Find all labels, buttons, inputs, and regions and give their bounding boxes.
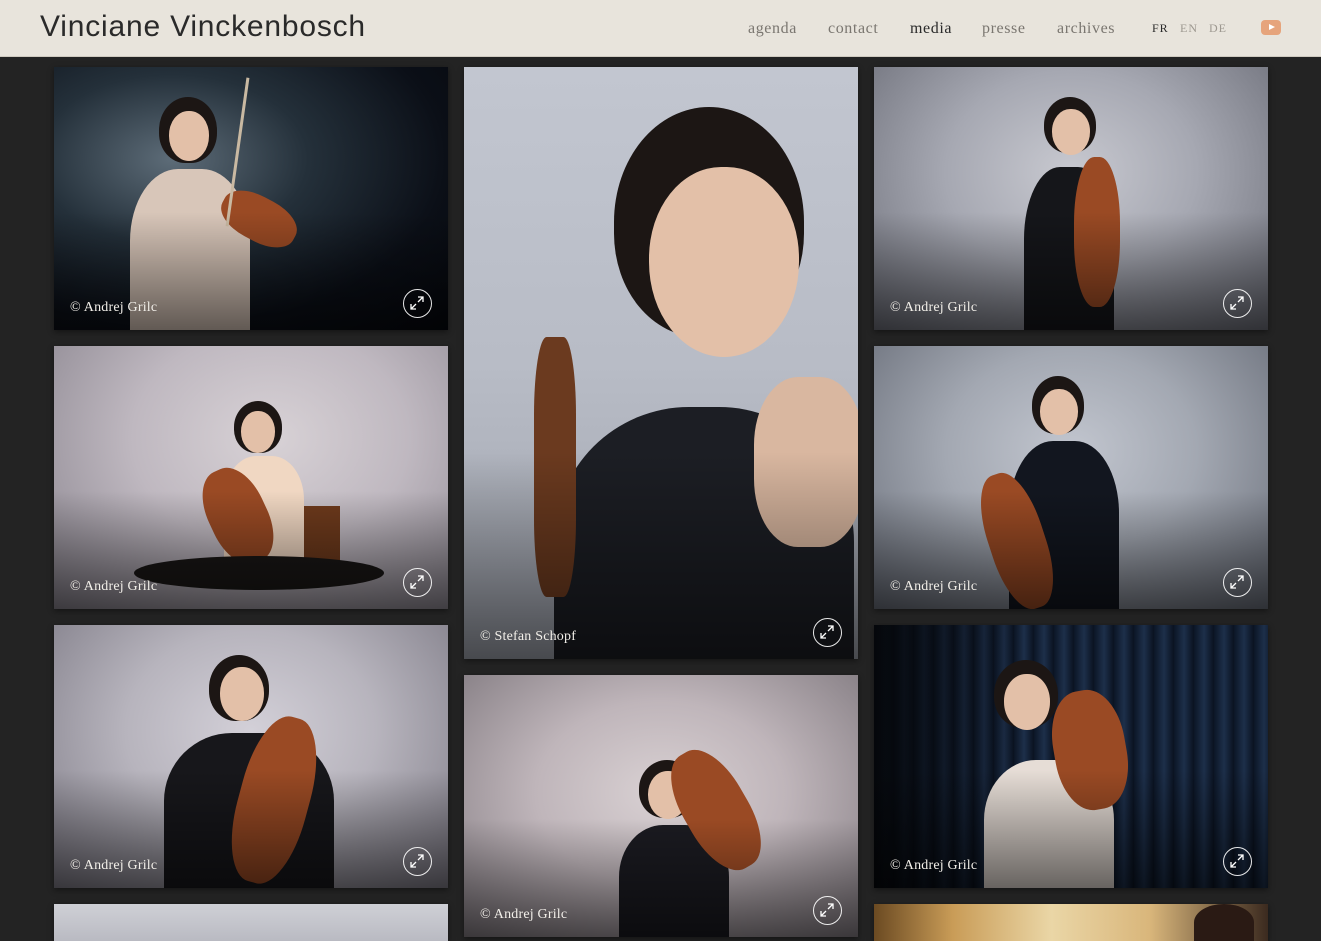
- language-de[interactable]: DE: [1209, 20, 1227, 36]
- expand-arrows-icon[interactable]: [1223, 568, 1252, 597]
- expand-arrows-icon[interactable]: [403, 847, 432, 876]
- photo-image: [54, 904, 448, 941]
- photo-credit: © Andrej Grilc: [890, 300, 978, 315]
- expand-arrows-icon[interactable]: [403, 568, 432, 597]
- gallery-photo[interactable]: [874, 904, 1268, 941]
- expand-arrows-icon[interactable]: [1223, 847, 1252, 876]
- gallery-photo[interactable]: © Andrej Grilc: [874, 625, 1268, 888]
- photo-image: [874, 904, 1268, 941]
- nav-item-media[interactable]: media: [910, 18, 952, 40]
- expand-arrows-icon[interactable]: [1223, 289, 1252, 318]
- photo-credit: © Andrej Grilc: [890, 579, 978, 594]
- photo-credit: © Andrej Grilc: [890, 858, 978, 873]
- gallery-photo[interactable]: [54, 904, 448, 941]
- expand-arrows-icon[interactable]: [813, 618, 842, 647]
- gallery-photo[interactable]: © Andrej Grilc: [54, 625, 448, 888]
- nav-item-presse[interactable]: presse: [982, 18, 1026, 40]
- expand-arrows-icon[interactable]: [403, 289, 432, 318]
- gallery-photo[interactable]: © Stefan Schopf: [464, 67, 858, 659]
- photo-credit: © Andrej Grilc: [70, 300, 158, 315]
- language-fr[interactable]: FR: [1152, 20, 1169, 36]
- photo-credit: © Andrej Grilc: [480, 907, 568, 922]
- gallery-photo[interactable]: © Andrej Grilc: [54, 67, 448, 330]
- site-title[interactable]: Vinciane Vinckenbosch: [40, 8, 366, 46]
- photo-credit: © Andrej Grilc: [70, 858, 158, 873]
- gallery-photo[interactable]: © Andrej Grilc: [464, 675, 858, 937]
- youtube-icon[interactable]: [1261, 20, 1281, 35]
- gallery-photo[interactable]: © Andrej Grilc: [874, 346, 1268, 609]
- gallery-photo[interactable]: © Andrej Grilc: [54, 346, 448, 609]
- nav-item-agenda[interactable]: agenda: [748, 18, 797, 40]
- photo-credit: © Stefan Schopf: [480, 629, 577, 644]
- language-en[interactable]: EN: [1180, 20, 1198, 36]
- photo-credit: © Andrej Grilc: [70, 579, 158, 594]
- expand-arrows-icon[interactable]: [813, 896, 842, 925]
- gallery-photo[interactable]: © Andrej Grilc: [874, 67, 1268, 330]
- nav-item-archives[interactable]: archives: [1057, 18, 1115, 40]
- nav-item-contact[interactable]: contact: [828, 18, 878, 40]
- site-header: Vinciane Vinckenbosch agenda contact med…: [0, 0, 1321, 57]
